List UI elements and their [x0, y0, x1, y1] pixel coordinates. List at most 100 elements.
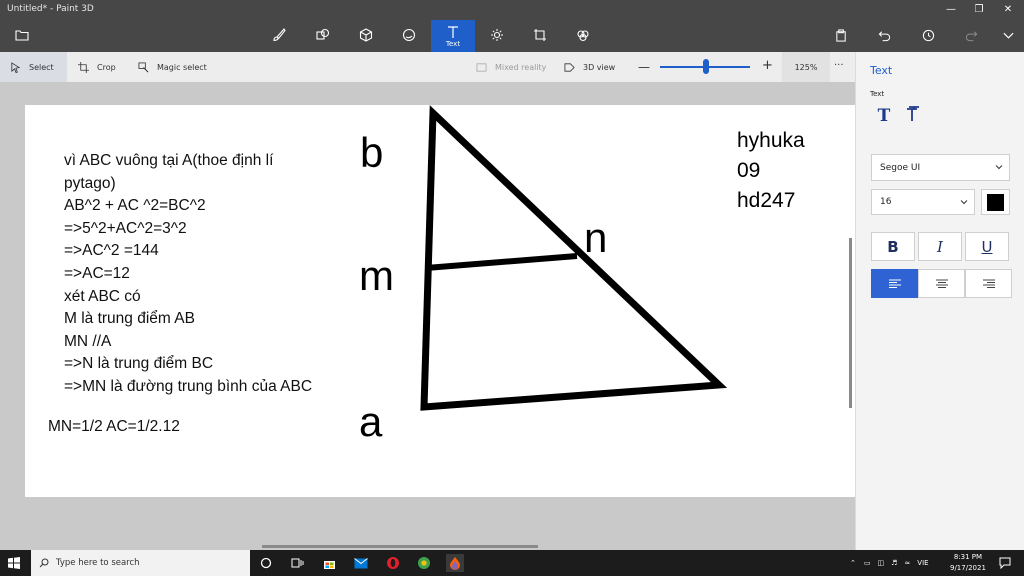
paint3d-window: Untitled* - Paint 3D — ❐ ✕ Text Select C…: [0, 0, 1024, 576]
font-family-select[interactable]: Segoe UI: [871, 154, 1010, 181]
panel-title: Text: [870, 64, 893, 77]
mixed-reality-label: Mixed reality: [495, 62, 547, 72]
crop-icon: [78, 61, 89, 73]
title-bar: Untitled* - Paint 3D — ❐ ✕ Text: [0, 0, 1024, 52]
text-icon: [448, 25, 458, 38]
drawing-canvas[interactable]: vì ABC vuông tại A(thoe định lí pytago) …: [25, 105, 855, 497]
mixed-reality-icon: [476, 62, 487, 72]
align-left-button[interactable]: [871, 269, 918, 298]
close-button[interactable]: ✕: [995, 2, 1021, 18]
paste-icon[interactable]: [830, 24, 852, 46]
3d-view-button[interactable]: 3D view: [564, 52, 615, 82]
paint3d-taskbar-icon[interactable]: [446, 554, 464, 572]
align-right-button[interactable]: [965, 269, 1012, 298]
signature-line: hyhuka: [737, 129, 805, 152]
cortana-icon[interactable]: [257, 554, 275, 572]
align-center-icon: [935, 279, 948, 288]
mail-icon[interactable]: [352, 554, 370, 572]
signature-text[interactable]: hyhuka 09 hd247: [737, 126, 805, 216]
store-icon[interactable]: [320, 554, 338, 572]
opera-icon[interactable]: [384, 554, 402, 572]
bold-button[interactable]: B: [871, 232, 915, 261]
language-indicator[interactable]: VIE: [917, 559, 928, 567]
effects-icon[interactable]: [480, 20, 514, 50]
align-right-icon: [982, 279, 995, 288]
notifications-icon[interactable]: [996, 554, 1014, 572]
zoom-in-button[interactable]: +: [762, 58, 773, 73]
clock-time: 8:31 PM: [953, 553, 983, 561]
magic-select-icon: [138, 62, 149, 72]
clock[interactable]: 8:31 PM 9/17/2021: [950, 552, 986, 574]
underline-button[interactable]: U: [965, 232, 1009, 261]
stickers-icon[interactable]: [392, 20, 426, 50]
crop-button[interactable]: Crop: [78, 52, 116, 82]
font-family-value: Segoe UI: [880, 162, 921, 173]
zoom-out-button[interactable]: —: [638, 60, 650, 74]
label-n: n: [584, 214, 608, 261]
menu-folder-icon[interactable]: [5, 20, 39, 50]
taskbar-search-box[interactable]: Type here to search: [31, 550, 250, 576]
select-button[interactable]: Select: [0, 52, 67, 82]
workspace: vì ABC vuông tại A(thoe định lí pytago) …: [0, 82, 855, 550]
triangle-drawing[interactable]: [25, 105, 855, 497]
cursor-icon: [11, 61, 21, 73]
zoom-level[interactable]: 125%: [782, 52, 830, 82]
battery-icon[interactable]: ▭: [864, 559, 871, 567]
search-placeholder: Type here to search: [56, 558, 140, 568]
triangle-shape: [420, 105, 728, 411]
magic-select-label: Magic select: [157, 62, 207, 72]
3d-text-icon[interactable]: [902, 106, 924, 126]
undo-icon[interactable]: [873, 24, 895, 46]
2d-shapes-icon[interactable]: [306, 20, 340, 50]
vertical-scrollbar[interactable]: [849, 238, 852, 408]
text-color-button[interactable]: [981, 189, 1010, 215]
search-icon: [39, 558, 49, 568]
horizontal-scrollbar[interactable]: [262, 545, 538, 548]
chevron-down-icon: [995, 165, 1003, 170]
label-m: m: [359, 252, 394, 299]
task-view-icon[interactable]: [288, 554, 306, 572]
clock-date: 9/17/2021: [950, 564, 986, 572]
chevron-up-icon[interactable]: ⌃: [850, 559, 856, 567]
mixed-reality-button[interactable]: Mixed reality: [476, 52, 546, 82]
3d-view-icon: [564, 62, 575, 72]
font-size-select[interactable]: 16: [871, 189, 975, 215]
3d-library-icon[interactable]: [566, 20, 600, 50]
system-tray: ⌃ ▭ ◫ ♬ ≈ VIE: [850, 550, 929, 576]
select-label: Select: [29, 62, 54, 72]
history-icon[interactable]: [917, 24, 939, 46]
label-a: a: [359, 398, 383, 445]
magic-select-button[interactable]: Magic select: [138, 52, 207, 82]
crop-label: Crop: [97, 62, 116, 72]
more-options-icon[interactable]: ···: [834, 60, 844, 71]
volume-icon[interactable]: ♬: [891, 559, 897, 567]
midline-mn: [425, 253, 578, 271]
zoom-slider-thumb[interactable]: [703, 59, 709, 74]
label-b: b: [360, 129, 384, 176]
3d-shapes-icon[interactable]: [349, 20, 383, 50]
2d-text-icon[interactable]: T: [873, 106, 895, 126]
font-size-value: 16: [880, 197, 892, 207]
signature-line: 09: [737, 159, 761, 182]
align-center-button[interactable]: [918, 269, 965, 298]
wifi-icon[interactable]: ≈: [904, 559, 910, 567]
window-title: Untitled* - Paint 3D: [7, 4, 94, 14]
redo-icon[interactable]: [960, 24, 982, 46]
text-panel: Text Text T Segoe UI 16 B I U: [855, 52, 1024, 550]
taskbar: Type here to search ⌃ ▭ ◫ ♬ ≈ VIE 8:31 P…: [0, 550, 1024, 576]
align-left-icon: [888, 279, 901, 288]
chevron-down-icon: [960, 200, 968, 205]
canvas-icon[interactable]: [523, 20, 557, 50]
network-icon[interactable]: ◫: [878, 559, 885, 567]
brushes-icon[interactable]: [262, 20, 296, 50]
italic-button[interactable]: I: [918, 232, 962, 261]
panel-subtitle: Text: [870, 90, 885, 98]
text-tool-button[interactable]: Text: [431, 20, 475, 52]
chevron-down-icon[interactable]: [997, 24, 1019, 46]
maximize-button[interactable]: ❐: [966, 2, 992, 18]
windows-start-icon[interactable]: [8, 557, 20, 569]
browser-icon[interactable]: [415, 554, 433, 572]
3d-view-label: 3D view: [583, 62, 616, 72]
minimize-button[interactable]: —: [938, 2, 964, 18]
signature-line: hd247: [737, 189, 796, 212]
